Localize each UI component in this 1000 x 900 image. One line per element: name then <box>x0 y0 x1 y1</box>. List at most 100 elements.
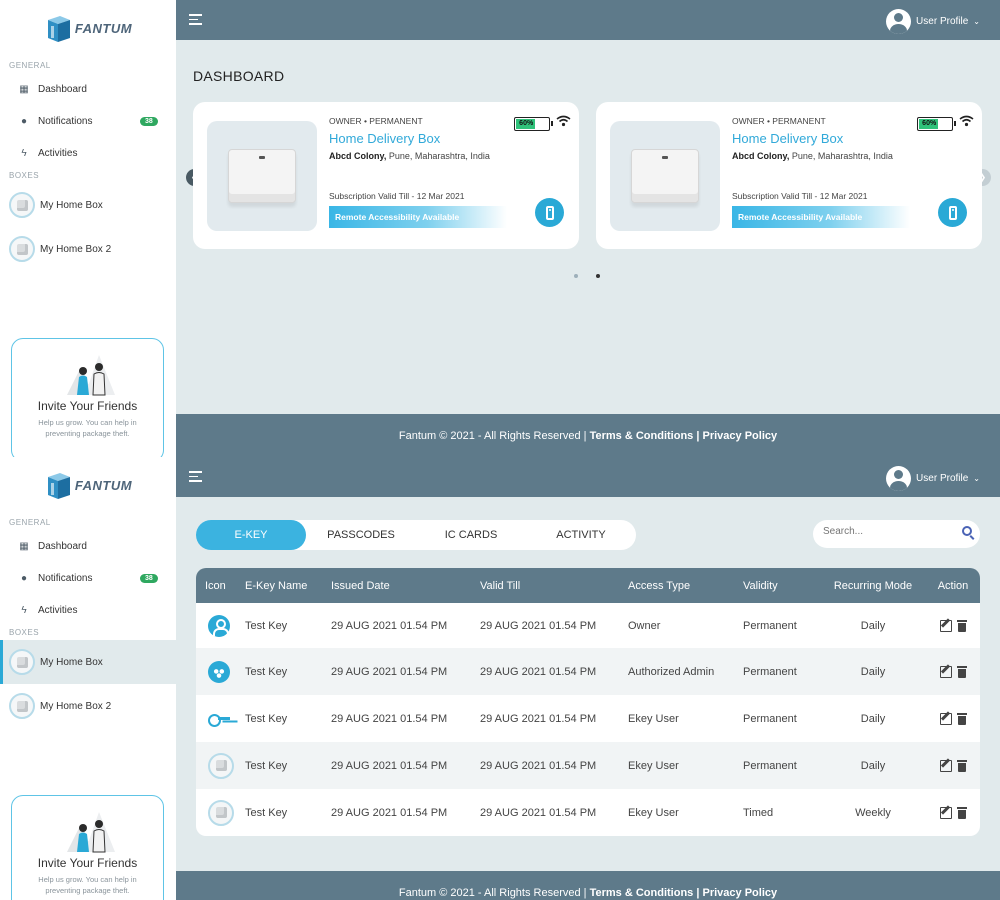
invite-subtitle: Help us grow. You can help in preventing… <box>38 875 137 895</box>
trash-icon[interactable] <box>956 665 967 678</box>
cell-validity: Permanent <box>743 665 797 678</box>
sidebar-box-my-home-box[interactable]: My Home Box <box>0 183 176 227</box>
edit-icon[interactable] <box>939 665 952 678</box>
carousel-dot[interactable] <box>574 274 578 278</box>
column-header: E-Key Name <box>245 579 308 592</box>
fantum-logo-icon <box>47 15 70 42</box>
logo[interactable]: FANTUM <box>0 0 176 57</box>
dashboard-icon: ▦ <box>19 540 29 552</box>
box-avatar-icon <box>9 693 35 719</box>
edit-icon[interactable] <box>939 806 952 819</box>
footer: Fantum © 2021 - All Rights Reserved | Te… <box>176 414 1000 457</box>
copyright-text: Fantum © 2021 - All Rights Reserved | <box>398 430 587 442</box>
box-address: Abcd Colony, Pune, Maharashtra, India <box>329 151 490 161</box>
table-row[interactable]: Test Key 29 AUG 2021 01.54 PM 29 AUG 202… <box>196 695 980 742</box>
trash-icon[interactable] <box>956 759 967 772</box>
search-box <box>813 520 980 548</box>
cell-access-type: Ekey User <box>628 712 679 725</box>
sidebar-item-notifications[interactable]: ● Notifications 38 <box>0 105 176 137</box>
sidebar-item-label: Activities <box>38 147 78 159</box>
brand-name: FANTUM <box>74 21 133 36</box>
table-row[interactable]: Test Key 29 AUG 2021 01.54 PM 29 AUG 202… <box>196 603 980 648</box>
cell-validity: Permanent <box>743 759 797 772</box>
column-header: Icon <box>205 579 226 592</box>
sidebar-item-label: Notifications <box>38 115 93 127</box>
privacy-link[interactable]: Privacy Policy <box>703 887 778 899</box>
sidebar-item-dashboard[interactable]: ▦ Dashboard <box>0 73 176 105</box>
sidebar: FANTUM GENERAL ▦ Dashboard ● Notificatio… <box>0 457 176 900</box>
user-profile-menu[interactable]: User Profile ⌄ <box>886 9 980 34</box>
terms-link[interactable]: Terms & Conditions <box>590 887 694 899</box>
table-row[interactable]: Test Key 29 AUG 2021 01.54 PM 29 AUG 202… <box>196 742 980 789</box>
cell-validity: Permanent <box>743 712 797 725</box>
table-header: Icon E-Key Name Issued Date Valid Till A… <box>196 568 980 603</box>
tab-e-key[interactable]: E-KEY <box>196 520 306 550</box>
edit-icon[interactable] <box>939 759 952 772</box>
box-title[interactable]: Home Delivery Box <box>329 131 440 146</box>
cell-name: Test Key <box>245 665 288 678</box>
battery-indicator: 60% <box>917 117 956 131</box>
trash-icon[interactable] <box>956 619 967 632</box>
invite-illustration-icon <box>12 796 163 856</box>
cell-name: Test Key <box>245 806 288 819</box>
edit-icon[interactable] <box>939 712 952 725</box>
dashboard-screen: FANTUM GENERAL ▦ Dashboard ● Notificatio… <box>0 0 1000 457</box>
remote-control-button[interactable] <box>938 198 967 227</box>
sidebar-box-label: My Home Box <box>40 656 103 668</box>
cell-recurring: Daily <box>860 712 886 725</box>
menu-icon[interactable] <box>189 471 202 485</box>
cell-valid-till: 29 AUG 2021 01.54 PM <box>480 619 597 632</box>
sidebar: FANTUM GENERAL ▦ Dashboard ● Notificatio… <box>0 0 176 457</box>
search-input[interactable] <box>823 526 953 537</box>
privacy-link[interactable]: Privacy Policy <box>703 430 778 442</box>
sidebar-box-my-home-box[interactable]: My Home Box <box>0 640 176 684</box>
box-card[interactable]: OWNER • PERMANENT Home Delivery Box Abcd… <box>596 102 982 249</box>
section-boxes-label: BOXES <box>9 171 40 180</box>
invite-subtitle: Help us grow. You can help in preventing… <box>38 418 137 438</box>
box-card[interactable]: OWNER • PERMANENT Home Delivery Box Abcd… <box>193 102 579 249</box>
user-profile-menu[interactable]: User Profile ⌄ <box>886 466 980 491</box>
sidebar-box-my-home-box-2[interactable]: My Home Box 2 <box>0 227 176 271</box>
cell-name: Test Key <box>245 619 288 632</box>
edit-icon[interactable] <box>939 619 952 632</box>
tab-activity[interactable]: ACTIVITY <box>526 520 636 550</box>
search-icon[interactable] <box>962 526 972 536</box>
chevron-down-icon: ⌄ <box>973 474 980 483</box>
box-icon <box>208 799 234 826</box>
sidebar-item-activities[interactable]: ϟ Activities <box>0 594 176 626</box>
sidebar-item-dashboard[interactable]: ▦ Dashboard <box>0 530 176 562</box>
sidebar-item-label: Activities <box>38 604 78 616</box>
trash-icon[interactable] <box>956 806 967 819</box>
table-row[interactable]: Test Key 29 AUG 2021 01.54 PM 29 AUG 202… <box>196 789 980 836</box>
sidebar-box-label: My Home Box <box>40 199 103 211</box>
sidebar-box-my-home-box-2[interactable]: My Home Box 2 <box>0 684 176 728</box>
menu-icon[interactable] <box>189 14 202 28</box>
cell-issued: 29 AUG 2021 01.54 PM <box>331 759 448 772</box>
terms-link[interactable]: Terms & Conditions <box>590 430 694 442</box>
sidebar-item-activities[interactable]: ϟ Activities <box>0 137 176 169</box>
cell-recurring: Weekly <box>855 806 891 819</box>
cell-name: Test Key <box>245 712 288 725</box>
carousel-dot-active[interactable] <box>596 274 600 278</box>
top-bar: User Profile ⌄ <box>176 457 1000 497</box>
box-address: Abcd Colony, Pune, Maharashtra, India <box>732 151 893 161</box>
cell-valid-till: 29 AUG 2021 01.54 PM <box>480 665 597 678</box>
bell-icon: ● <box>20 115 28 127</box>
sidebar-item-notifications[interactable]: ● Notifications 38 <box>0 562 176 594</box>
user-icon <box>208 614 230 637</box>
cell-recurring: Daily <box>860 619 886 632</box>
box-title[interactable]: Home Delivery Box <box>732 131 843 146</box>
tab-ic-cards[interactable]: IC CARDS <box>416 520 526 550</box>
invite-card[interactable]: Invite Your Friends Help us grow. You ca… <box>11 338 164 457</box>
trash-icon[interactable] <box>956 712 967 725</box>
battery-indicator: 60% <box>514 117 553 131</box>
key-type-tabs: E-KEY PASSCODES IC CARDS ACTIVITY <box>196 520 636 550</box>
invite-card[interactable]: Invite Your Friends Help us grow. You ca… <box>11 795 164 900</box>
tab-passcodes[interactable]: PASSCODES <box>306 520 416 550</box>
remote-control-button[interactable] <box>535 198 564 227</box>
logo[interactable]: FANTUM <box>0 457 176 514</box>
wifi-icon <box>556 114 571 130</box>
cell-valid-till: 29 AUG 2021 01.54 PM <box>480 806 597 819</box>
cell-issued: 29 AUG 2021 01.54 PM <box>331 619 448 632</box>
table-row[interactable]: Test Key 29 AUG 2021 01.54 PM 29 AUG 202… <box>196 648 980 695</box>
